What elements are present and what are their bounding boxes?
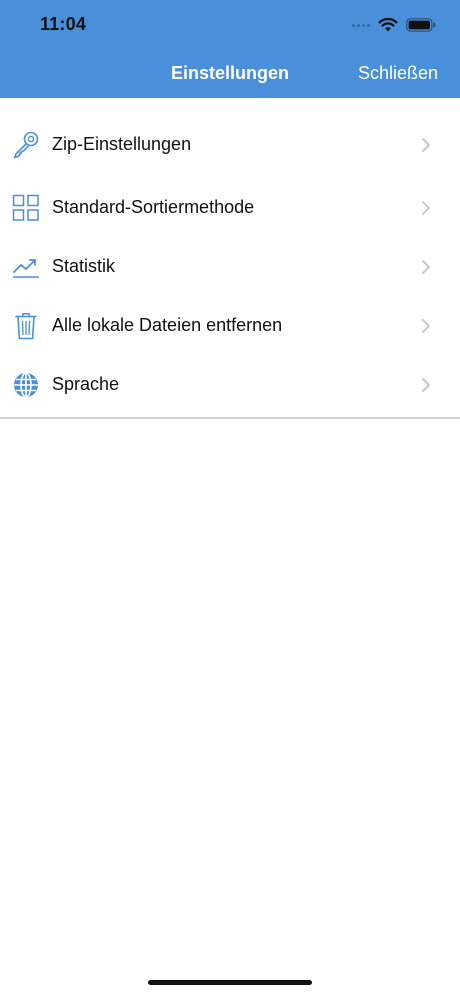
- navigation-header: 11:04 Einstellungen Schließen: [0, 0, 460, 98]
- home-indicator[interactable]: [148, 980, 312, 985]
- chart-line-icon: [11, 252, 41, 282]
- settings-item-zip[interactable]: Zip-Einstellungen: [0, 108, 460, 183]
- cellular-signal-icon: [352, 23, 370, 27]
- chevron-right-icon: [422, 318, 430, 333]
- chevron-right-icon: [422, 200, 430, 215]
- close-button[interactable]: Schließen: [358, 63, 438, 84]
- settings-item-language[interactable]: Sprache: [0, 352, 460, 419]
- settings-list: Zip-Einstellungen Standard-Sortiermethod…: [0, 98, 460, 419]
- chevron-right-icon: [422, 377, 430, 392]
- settings-item-label: Zip-Einstellungen: [52, 134, 192, 154]
- settings-item-sort[interactable]: Standard-Sortiermethode: [0, 175, 460, 242]
- key-icon: [11, 130, 41, 160]
- battery-icon: [406, 18, 436, 32]
- settings-item-statistics[interactable]: Statistik: [0, 234, 460, 301]
- wifi-icon: [378, 17, 398, 32]
- settings-item-label: Statistik: [52, 256, 116, 276]
- chevron-right-icon: [422, 137, 430, 152]
- trash-icon: [11, 311, 41, 341]
- globe-icon: [11, 370, 41, 400]
- settings-item-label: Alle lokale Dateien entfernen: [52, 315, 283, 335]
- settings-item-remove-files[interactable]: Alle lokale Dateien entfernen: [0, 293, 460, 360]
- chevron-right-icon: [422, 259, 430, 274]
- settings-screen: 11:04 Einstellungen Schließen Zip-Einste…: [0, 0, 460, 996]
- status-time: 11:04: [40, 14, 87, 34]
- settings-item-label: Sprache: [52, 374, 120, 394]
- status-icons: [352, 14, 436, 36]
- grid-icon: [11, 193, 41, 223]
- settings-item-label: Standard-Sortiermethode: [52, 197, 255, 217]
